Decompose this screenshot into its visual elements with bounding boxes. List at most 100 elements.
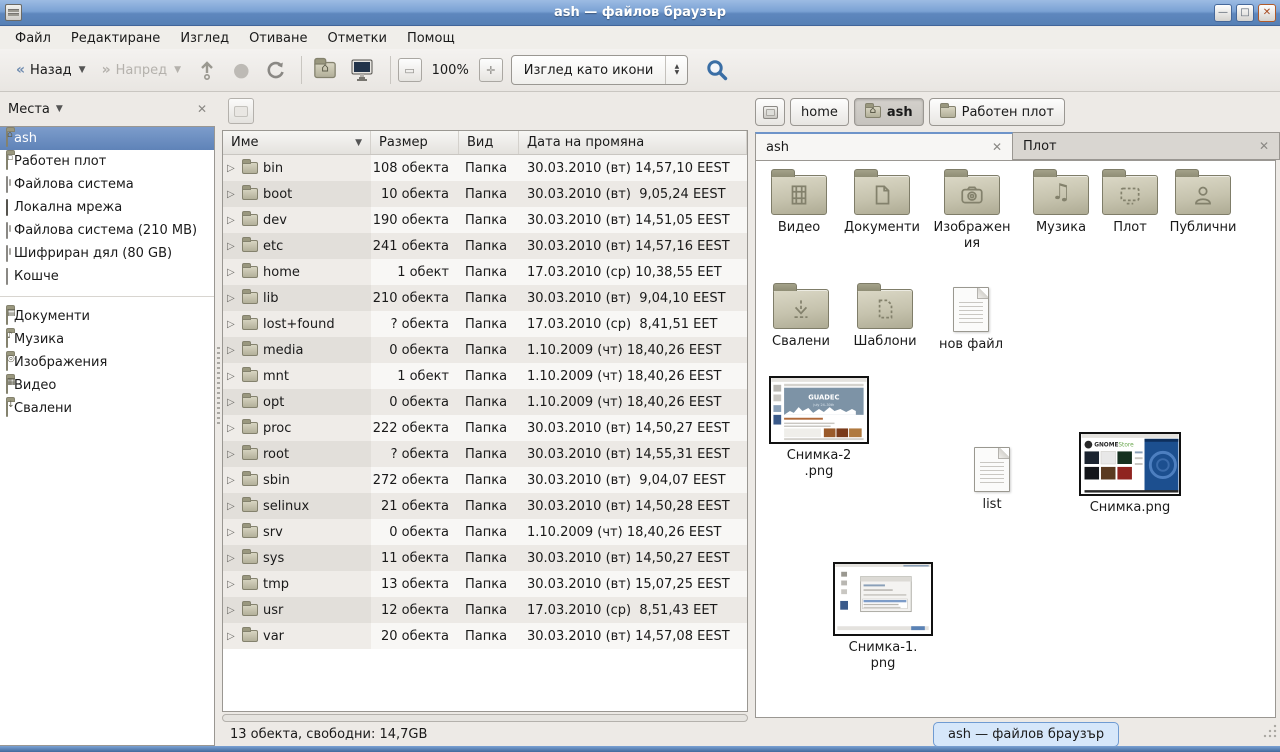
titlebar[interactable]: ash — файлов браузър — □ ✕ — [0, 0, 1280, 26]
view-mode-select[interactable]: Изглед като икони ▲▼ — [511, 55, 689, 85]
column-header-size[interactable]: Размер — [371, 131, 459, 154]
taskbar-window-button[interactable]: ash — файлов браузър — [933, 722, 1119, 747]
expander-icon[interactable]: ▷ — [227, 371, 237, 382]
resize-grip[interactable] — [1263, 724, 1277, 738]
menu-file[interactable]: Файл — [6, 29, 60, 48]
column-header-type[interactable]: Вид — [459, 131, 519, 154]
expander-icon[interactable]: ▷ — [227, 501, 237, 512]
menu-edit[interactable]: Редактиране — [62, 29, 169, 48]
folder-desktop[interactable]: Плот — [1100, 167, 1160, 236]
sidebar-item[interactable]: Шифриран дял (80 GB) — [0, 242, 214, 265]
folder-documents[interactable]: Документи — [838, 167, 926, 236]
sidebar-selector[interactable]: Места ▼ — [8, 102, 63, 117]
table-row[interactable]: ▷ opt 0 обекта Папка 1.10.2009 (чт) 18,4… — [223, 389, 747, 415]
table-row[interactable]: ▷ tmp 13 обекта Папка 30.03.2010 (вт) 15… — [223, 571, 747, 597]
expander-icon[interactable]: ▷ — [227, 267, 237, 278]
close-button[interactable]: ✕ — [1258, 4, 1276, 22]
expander-icon[interactable]: ▷ — [227, 423, 237, 434]
folder-templates[interactable]: Шаблони — [848, 281, 922, 350]
table-row[interactable]: ▷ lost+found ? обекта Папка 17.03.2010 (… — [223, 311, 747, 337]
file-snimka[interactable]: GNOME Store Снимка.png — [1078, 433, 1182, 516]
table-row[interactable]: ▷ var 20 обекта Папка 30.03.2010 (вт) 14… — [223, 623, 747, 649]
pane-splitter[interactable] — [215, 92, 222, 752]
folder-video[interactable]: Видео — [762, 167, 836, 236]
expander-icon[interactable]: ▷ — [227, 241, 237, 252]
sidebar-item[interactable]: Документи — [0, 305, 214, 328]
breadcrumb-ash-button[interactable]: ash — [854, 98, 924, 126]
column-header-date[interactable]: Дата на промяна — [519, 131, 747, 154]
table-row[interactable]: ▷ selinux 21 обекта Папка 30.03.2010 (вт… — [223, 493, 747, 519]
sidebar-item[interactable]: Файлова система (210 MB) — [0, 219, 214, 242]
table-row[interactable]: ▷ home 1 обект Папка 17.03.2010 (ср) 10,… — [223, 259, 747, 285]
menu-help[interactable]: Помощ — [398, 29, 464, 48]
breadcrumb-root-button[interactable] — [755, 98, 785, 126]
file-new-file[interactable]: нов файл — [932, 283, 1010, 353]
sidebar-item[interactable]: Видео — [0, 374, 214, 397]
folder-pictures[interactable]: Изображения — [930, 167, 1014, 252]
column-header-name[interactable]: Име ▼ — [223, 131, 371, 154]
reload-button[interactable] — [258, 54, 294, 86]
expander-icon[interactable]: ▷ — [227, 215, 237, 226]
tab-close-icon[interactable]: ✕ — [1259, 139, 1269, 153]
forward-button[interactable]: » Напред ▼ — [94, 54, 189, 86]
sidebar-item[interactable]: Свалени — [0, 397, 214, 420]
zoom-out-button[interactable]: ▭ — [398, 58, 422, 82]
table-row[interactable]: ▷ media 0 обекта Папка 1.10.2009 (чт) 18… — [223, 337, 747, 363]
sidebar-close-icon[interactable]: ✕ — [197, 102, 207, 116]
sidebar-item[interactable]: Файлова система — [0, 173, 214, 196]
sidebar-item[interactable]: Кошче — [0, 265, 214, 288]
folder-music[interactable]: ♫ Музика — [1024, 167, 1098, 236]
maximize-button[interactable]: □ — [1236, 4, 1254, 22]
menu-go[interactable]: Отиване — [240, 29, 316, 48]
folder-downloads[interactable]: Свалени — [764, 281, 838, 350]
expander-icon[interactable]: ▷ — [227, 553, 237, 564]
table-row[interactable]: ▷ bin 108 обекта Папка 30.03.2010 (вт) 1… — [223, 155, 747, 181]
up-button[interactable] — [189, 54, 225, 86]
table-row[interactable]: ▷ proc 222 обекта Папка 30.03.2010 (вт) … — [223, 415, 747, 441]
expander-icon[interactable]: ▷ — [227, 189, 237, 200]
table-row[interactable]: ▷ usr 12 обекта Папка 17.03.2010 (ср) 8,… — [223, 597, 747, 623]
breadcrumb-desktop-button[interactable]: Работен плот — [929, 98, 1065, 126]
table-row[interactable]: ▷ sbin 272 обекта Папка 30.03.2010 (вт) … — [223, 467, 747, 493]
expander-icon[interactable]: ▷ — [227, 293, 237, 304]
home-button[interactable] — [309, 54, 341, 86]
file-snimka-1[interactable]: Снимка-1.png — [832, 563, 934, 672]
back-button[interactable]: « Назад ▼ — [8, 54, 94, 86]
table-row[interactable]: ▷ boot 10 обекта Папка 30.03.2010 (вт) 9… — [223, 181, 747, 207]
icon-view[interactable]: Видео Документи Изображения ♫ Музика Пло… — [755, 160, 1276, 718]
expander-icon[interactable]: ▷ — [227, 449, 237, 460]
sidebar-item[interactable]: Работен плот — [0, 150, 214, 173]
expander-icon[interactable]: ▷ — [227, 631, 237, 642]
tab-close-icon[interactable]: ✕ — [992, 140, 1002, 154]
tab-ash[interactable]: ash ✕ — [755, 132, 1013, 160]
expander-icon[interactable]: ▷ — [227, 579, 237, 590]
stop-button[interactable]: ● — [225, 54, 258, 86]
expander-icon[interactable]: ▷ — [227, 345, 237, 356]
expander-icon[interactable]: ▷ — [227, 397, 237, 408]
table-row[interactable]: ▷ srv 0 обекта Папка 1.10.2009 (чт) 18,4… — [223, 519, 747, 545]
tree-root-button[interactable] — [228, 98, 254, 124]
sidebar-item[interactable]: Локална мрежа — [0, 196, 214, 219]
sidebar-item[interactable]: Изображения — [0, 351, 214, 374]
horizontal-scrollbar[interactable] — [222, 714, 748, 722]
table-row[interactable]: ▷ sys 11 обекта Папка 30.03.2010 (вт) 14… — [223, 545, 747, 571]
menu-bookmarks[interactable]: Отметки — [318, 29, 395, 48]
expander-icon[interactable]: ▷ — [227, 605, 237, 616]
expander-icon[interactable]: ▷ — [227, 475, 237, 486]
sidebar-item[interactable]: ash — [0, 127, 214, 150]
back-dropdown-icon[interactable]: ▼ — [79, 65, 86, 75]
expander-icon[interactable]: ▷ — [227, 527, 237, 538]
file-snimka-2[interactable]: GUADEC july 24–30th Снимка-2.png — [768, 377, 870, 480]
computer-button[interactable] — [341, 54, 383, 86]
menu-view[interactable]: Изглед — [171, 29, 238, 48]
file-list[interactable]: list — [960, 443, 1024, 513]
zoom-in-button[interactable]: ✛ — [479, 58, 503, 82]
folder-public[interactable]: Публични — [1164, 167, 1242, 236]
table-row[interactable]: ▷ root ? обекта Папка 30.03.2010 (вт) 14… — [223, 441, 747, 467]
table-row[interactable]: ▷ lib 210 обекта Папка 30.03.2010 (вт) 9… — [223, 285, 747, 311]
table-row[interactable]: ▷ dev 190 обекта Папка 30.03.2010 (вт) 1… — [223, 207, 747, 233]
breadcrumb-home-button[interactable]: home — [790, 98, 849, 126]
table-row[interactable]: ▷ etc 241 обекта Папка 30.03.2010 (вт) 1… — [223, 233, 747, 259]
tab-plot[interactable]: Плот ✕ — [1013, 132, 1280, 160]
expander-icon[interactable]: ▷ — [227, 319, 237, 330]
